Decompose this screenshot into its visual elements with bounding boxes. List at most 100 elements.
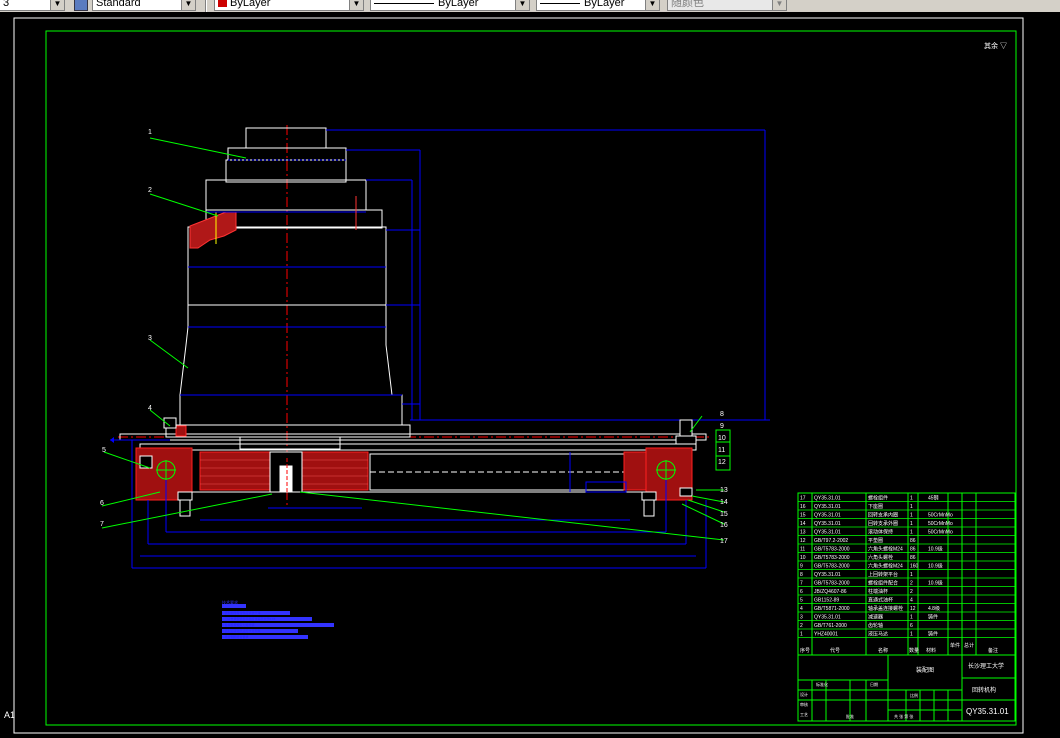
bom-cell-qty: 12 bbox=[910, 606, 916, 612]
bom-cell-qty: 1 bbox=[910, 504, 913, 510]
color-swatch bbox=[218, 0, 227, 8]
bom-cell-mat: 10.9级 bbox=[928, 580, 943, 587]
bom-cell-qty: 1 bbox=[910, 530, 913, 536]
bom-header-no: 序号 bbox=[800, 647, 810, 654]
row-label-review: 审核 bbox=[800, 701, 808, 707]
balloon-5: 5 bbox=[102, 447, 106, 454]
row-label-design: 设计 bbox=[800, 691, 808, 697]
bom-cell-name: 轴承盖连接螺栓 bbox=[868, 605, 903, 612]
reducer-cone bbox=[179, 326, 393, 396]
lineweight-dropdown[interactable]: ByLayer ▼ bbox=[536, 0, 660, 11]
bom-header-qty: 数量 bbox=[909, 647, 919, 654]
bom-cell-no: 9 bbox=[800, 564, 803, 570]
bom-cell-no: 11 bbox=[800, 547, 805, 553]
bom-cell-qty: 86 bbox=[910, 547, 916, 553]
notes-line-1: 1.装配前所有零件应清洗干净 bbox=[222, 610, 261, 615]
bom-cell-mat: 铸件 bbox=[928, 631, 938, 638]
scale-label: 比例 bbox=[910, 692, 918, 698]
bom-cell-name: 柱端油杯 bbox=[868, 588, 888, 595]
bom-cell-name: 六角头螺栓M24 bbox=[868, 563, 903, 570]
bom-cell-code: QY35.31.01 bbox=[814, 504, 841, 510]
bom-cell-mat: 45钢 bbox=[928, 495, 939, 502]
bom-cell-name: 螺栓组件 bbox=[868, 495, 888, 502]
bom-cell-mat: 10.9级 bbox=[928, 563, 943, 570]
plotstyle-dropdown[interactable]: 随颜色 ▼ bbox=[667, 0, 787, 11]
balloon-6: 6 bbox=[100, 500, 104, 507]
color-value: ByLayer bbox=[230, 0, 271, 9]
notes-line-3: 3.各螺栓按规定力矩拧紧 bbox=[222, 622, 255, 627]
notes-line-2: 2.回转支承安装面平面度误差不大于0.15 bbox=[222, 616, 276, 621]
color-dropdown[interactable]: ByLayer ▼ bbox=[214, 0, 364, 11]
school-name: 长沙理工大学 bbox=[968, 662, 1004, 670]
bom-cell-no: 1 bbox=[800, 632, 803, 638]
bom-cell-code: QY35.31.01 bbox=[814, 513, 841, 519]
bom-cell-no: 10 bbox=[800, 555, 806, 561]
top-flange-strip bbox=[175, 425, 187, 437]
bom-cell-name: 六角头螺栓M24 bbox=[868, 546, 903, 553]
bom-cell-code: GB/T5783-2000 bbox=[814, 555, 850, 561]
technical-notes: 技术要求 1.装配前所有零件应清洗干净 2.回转支承安装面平面度误差不大于0.1… bbox=[222, 599, 334, 639]
bom-header-name: 名称 bbox=[878, 647, 888, 654]
balloon-3: 3 bbox=[148, 335, 152, 342]
sheet-tab-label[interactable]: A1 bbox=[4, 710, 15, 720]
balloon-11: 11 bbox=[718, 447, 725, 454]
bom-cell-no: 15 bbox=[800, 513, 806, 519]
bom-cell-no: 17 bbox=[800, 496, 806, 502]
bom-header-remark: 备注 bbox=[988, 647, 998, 654]
bom-header-wt1: 单件 bbox=[950, 642, 960, 649]
lineweight-value: ByLayer bbox=[584, 0, 625, 9]
bom-cell-no: 3 bbox=[800, 615, 803, 621]
row-label-approve: 批准 bbox=[846, 713, 854, 719]
bom-cell-no: 14 bbox=[800, 521, 806, 527]
ring-section-right bbox=[623, 451, 647, 491]
bom-cell-mat: 50CrMnMo bbox=[928, 521, 953, 527]
bom-cell-name: 上回转架平台 bbox=[868, 571, 898, 578]
text-style-value: Standard bbox=[96, 0, 141, 9]
balloon-4: 4 bbox=[148, 405, 152, 412]
notes-title: 技术要求 bbox=[222, 599, 238, 605]
bom-row-text: 17 QY35.31.01 螺栓组件 1 45钢16 QY35.31.01 下座圈 115 QY… bbox=[800, 495, 953, 638]
balloon-14: 14 bbox=[720, 499, 728, 506]
balloon-12: 12 bbox=[718, 459, 726, 466]
bom-cell-qty: 160 bbox=[910, 564, 919, 570]
balloon-15: 15 bbox=[720, 511, 728, 518]
bom-cell-no: 8 bbox=[800, 572, 803, 578]
row-label-standard: 标准化 bbox=[816, 681, 828, 687]
drawing-name: 回转机构 bbox=[972, 686, 996, 694]
bom-cell-code: GB/T5783-2000 bbox=[814, 547, 850, 553]
bom-cell-no: 6 bbox=[800, 589, 803, 595]
text-style-icon[interactable] bbox=[74, 0, 88, 11]
bom-cell-no: 12 bbox=[800, 538, 806, 544]
pinion-housing bbox=[239, 436, 341, 450]
row-label-process: 工艺 bbox=[800, 712, 808, 717]
bom-cell-code: GB/T97.2-2002 bbox=[814, 538, 848, 544]
reducer-flange bbox=[179, 394, 403, 426]
bom-cell-no: 5 bbox=[800, 598, 803, 604]
drawing-canvas[interactable]: 1 2 3 4 5 6 7 8 9 10 11 12 13 14 15 16 1… bbox=[0, 12, 1060, 738]
flange-section-2 bbox=[189, 211, 237, 249]
properties-toolbar: 3 ▼ Standard ▼ ByLayer ▼ ByLayer ▼ ByLay… bbox=[0, 0, 1060, 12]
bom-cell-qty: 1 bbox=[910, 521, 913, 527]
reducer-base bbox=[165, 424, 411, 438]
bom-cell-name: 回转支承外圈 bbox=[868, 520, 898, 527]
chevron-down-icon: ▼ bbox=[349, 0, 363, 10]
sheet-label: 共 张 第 张 bbox=[894, 713, 913, 719]
bom-cell-no: 7 bbox=[800, 581, 803, 587]
chevron-down-icon: ▼ bbox=[645, 0, 659, 10]
bom-cell-no: 4 bbox=[800, 606, 803, 612]
bom-header-mat: 材料 bbox=[926, 647, 936, 654]
bom-cell-name: 齿轮轴 bbox=[868, 622, 883, 629]
bom-cell-qty: 2 bbox=[910, 589, 913, 595]
bom-header: 序号 代号 名称 数量 材料 单件 总计 备注 bbox=[800, 642, 998, 654]
linetype-dropdown[interactable]: ByLayer ▼ bbox=[370, 0, 530, 11]
chevron-down-icon: ▼ bbox=[181, 0, 195, 10]
layer-dropdown[interactable]: 3 ▼ bbox=[0, 0, 65, 11]
text-style-dropdown[interactable]: Standard ▼ bbox=[92, 0, 196, 11]
height-dimensions bbox=[180, 129, 770, 421]
bom-cell-code: YHZ40001 bbox=[814, 632, 838, 638]
bom-cell-name: 螺栓组件配合 bbox=[868, 580, 898, 587]
balloon-17: 17 bbox=[720, 538, 728, 545]
balloon-9: 9 bbox=[720, 423, 724, 430]
bom-cell-mat: 50CrMnMo bbox=[928, 513, 953, 519]
bom-cell-no: 16 bbox=[800, 504, 806, 510]
